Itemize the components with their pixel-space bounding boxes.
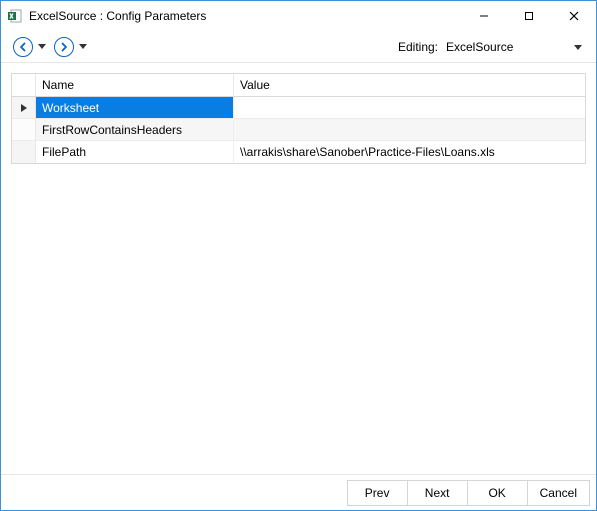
content-area: Name Value Worksheet FirstRowContainsHea… [1, 63, 596, 474]
forward-dropdown-icon[interactable] [79, 43, 87, 51]
cell-value[interactable] [234, 97, 585, 118]
row-indicator-cell [12, 141, 36, 163]
back-button[interactable] [13, 37, 33, 57]
window-title: ExcelSource : Config Parameters [29, 9, 206, 23]
close-button[interactable] [551, 2, 596, 31]
editing-label: Editing: [398, 40, 438, 54]
cancel-button[interactable]: Cancel [527, 480, 590, 506]
chevron-down-icon [574, 40, 582, 54]
editing-selector[interactable]: Editing: ExcelSource [398, 38, 584, 56]
forward-button[interactable] [54, 37, 74, 57]
titlebar: ExcelSource : Config Parameters [1, 1, 596, 31]
dialog-window: ExcelSource : Config Parameters [0, 0, 597, 511]
dialog-footer: Prev Next OK Cancel [1, 474, 596, 510]
row-indicator-cell [12, 97, 36, 118]
grid-row[interactable]: FirstRowContainsHeaders [12, 119, 585, 141]
cell-name[interactable]: Worksheet [36, 97, 234, 118]
grid-row[interactable]: Worksheet [12, 97, 585, 119]
window-controls [461, 2, 596, 31]
row-header-column [12, 74, 36, 96]
ok-button[interactable]: OK [467, 480, 527, 506]
prev-button[interactable]: Prev [347, 480, 407, 506]
cell-name[interactable]: FilePath [36, 141, 234, 163]
column-header-name[interactable]: Name [36, 74, 234, 96]
cell-value[interactable]: \\arrakis\share\Sanober\Practice-Files\L… [234, 141, 585, 163]
maximize-button[interactable] [506, 2, 551, 31]
minimize-button[interactable] [461, 2, 506, 31]
current-row-icon [21, 104, 27, 112]
editing-value: ExcelSource [446, 40, 533, 54]
cell-name[interactable]: FirstRowContainsHeaders [36, 119, 234, 140]
next-button[interactable]: Next [407, 480, 467, 506]
grid-header: Name Value [12, 74, 585, 97]
cell-value[interactable] [234, 119, 585, 140]
column-header-value[interactable]: Value [234, 74, 585, 96]
grid-row[interactable]: FilePath \\arrakis\share\Sanober\Practic… [12, 141, 585, 163]
navigation-bar: Editing: ExcelSource [1, 31, 596, 63]
parameters-grid[interactable]: Name Value Worksheet FirstRowContainsHea… [11, 73, 586, 164]
app-excel-icon [7, 8, 23, 24]
row-indicator-cell [12, 119, 36, 140]
back-dropdown-icon[interactable] [38, 43, 46, 51]
